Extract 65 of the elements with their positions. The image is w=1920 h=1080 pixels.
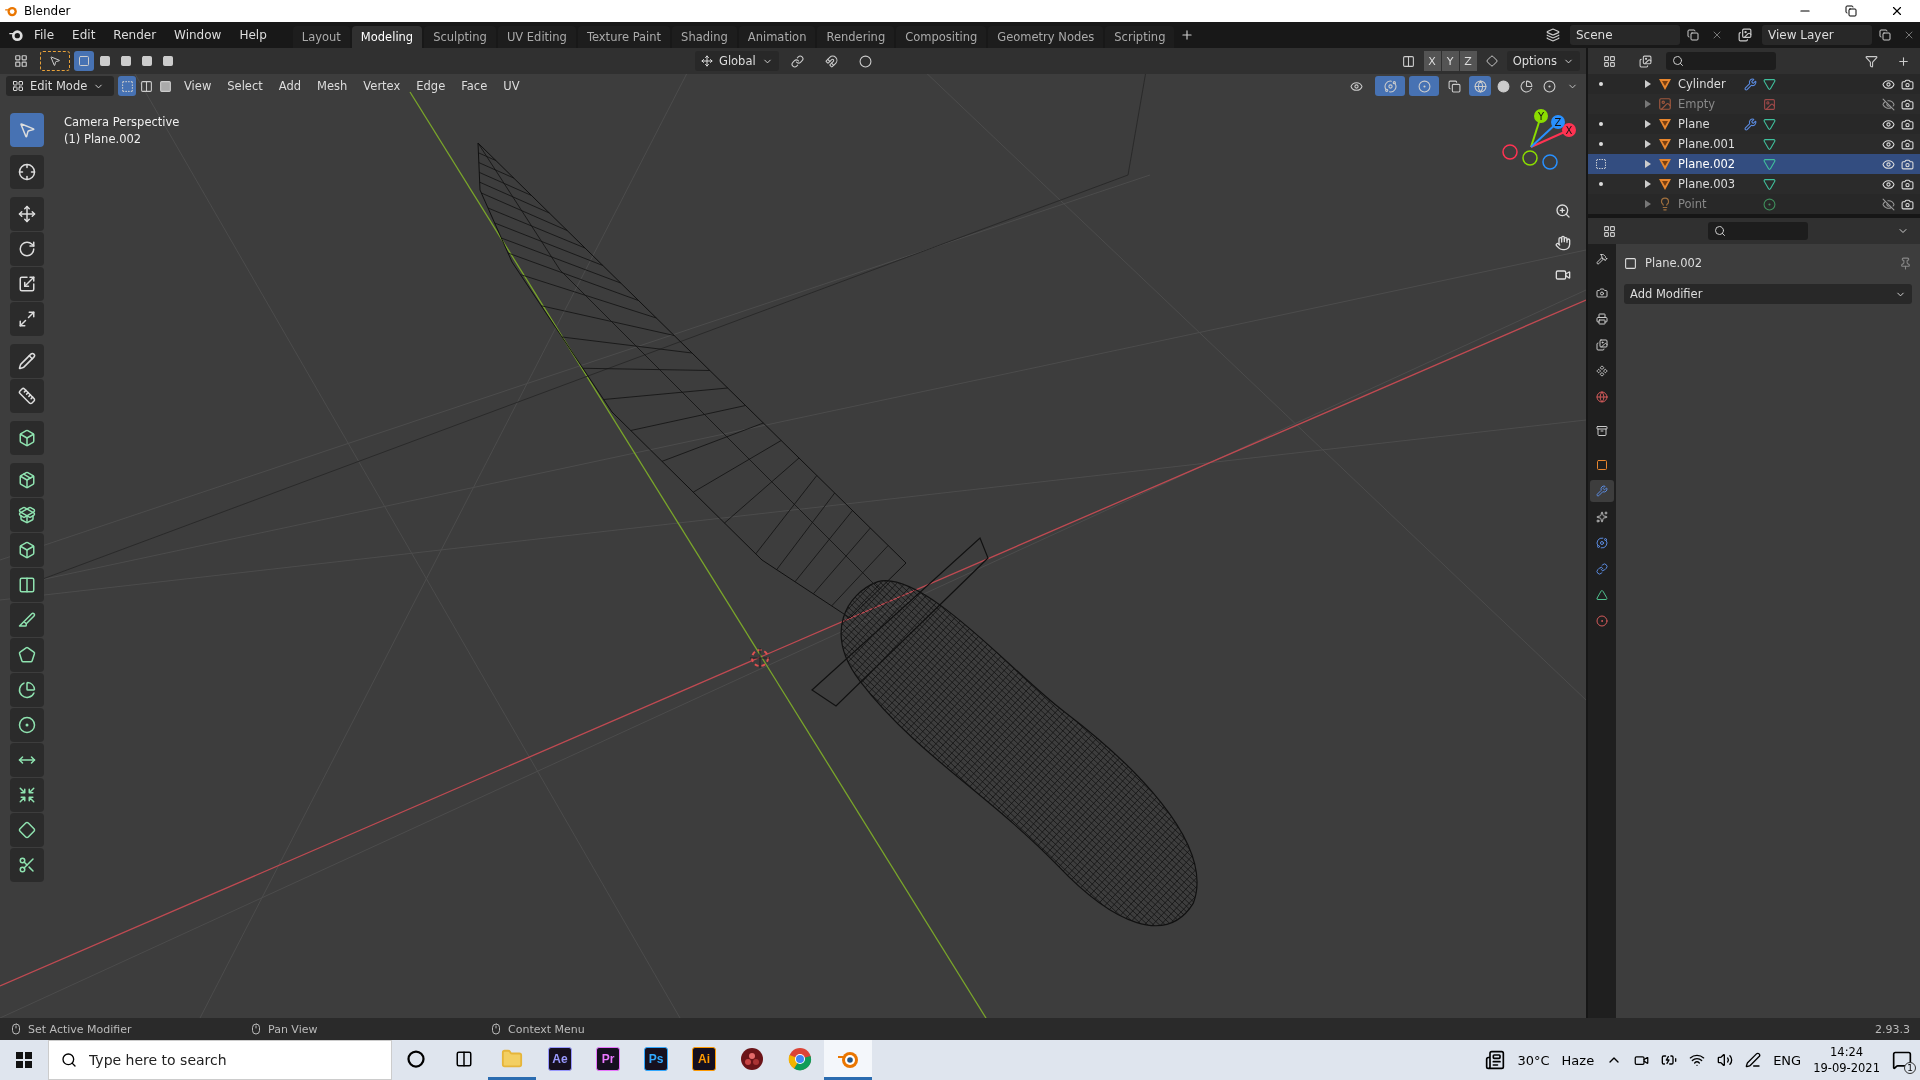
workspace-tab[interactable]: Rendering: [817, 26, 895, 48]
taskbar-app[interactable]: Ai: [680, 1040, 728, 1080]
workspace-tab[interactable]: Animation: [738, 26, 816, 48]
notification-count: 1: [1904, 1062, 1916, 1074]
object-name: Cylinder: [1678, 77, 1727, 91]
add-modifier-dropdown[interactable]: Add Modifier: [1624, 284, 1912, 304]
object-name: Plane.002: [1645, 256, 1704, 270]
object-name: Plane.002: [1678, 157, 1737, 171]
workspace-tab[interactable]: Sculpting: [424, 26, 496, 48]
taskbar-search-bar[interactable]: Type here to search: [48, 1040, 392, 1080]
object-name: Plane.003: [1678, 177, 1737, 191]
scene-field[interactable]: Scene: [1570, 25, 1680, 45]
workspace-tab[interactable]: Scripting: [1105, 26, 1175, 48]
mode-dropdown[interactable]: Edit Mode: [6, 76, 114, 96]
menu-item[interactable]: File: [26, 25, 63, 45]
object-name: Plane.001: [1678, 137, 1737, 151]
workspace-tab[interactable]: Layout: [292, 26, 350, 48]
clock[interactable]: 14:24 19-09-2021: [1813, 1044, 1880, 1076]
viewport-menu[interactable]: Edge: [410, 77, 452, 95]
version-text: 2.93.3: [1875, 1022, 1910, 1036]
viewport-menu[interactable]: Mesh: [311, 77, 354, 95]
object-name: Empty: [1678, 97, 1717, 111]
view-layer-field[interactable]: View Layer: [1762, 25, 1872, 45]
viewport-info-text: (1) Plane.002: [64, 132, 143, 146]
status-hint: Pan View: [268, 1022, 318, 1036]
window-title: Blender: [24, 4, 72, 18]
viewport-menu[interactable]: Face: [455, 77, 494, 95]
app-icon: Ai: [692, 1046, 716, 1071]
workspace-tab[interactable]: UV Editing: [497, 26, 576, 48]
workspace-tab[interactable]: Modeling: [351, 26, 423, 48]
weather-text: Haze: [1561, 1052, 1595, 1068]
language-text: ENG: [1773, 1052, 1802, 1068]
status-hint: Context Menu: [508, 1022, 585, 1036]
workspace-tab[interactable]: Shading: [672, 26, 737, 48]
outliner-row[interactable]: Plane.002: [1588, 154, 1920, 174]
object-name: Plane: [1678, 117, 1711, 131]
options-dropdown[interactable]: Options: [1506, 51, 1580, 71]
app-icon: Ae: [548, 1046, 572, 1071]
axis-handle[interactable]: Y: [1530, 109, 1548, 148]
axis-toggle[interactable]: Y: [1441, 51, 1459, 71]
menu-item[interactable]: Help: [231, 25, 275, 45]
menu-item[interactable]: Render: [105, 25, 165, 45]
taskbar-app[interactable]: Pr: [584, 1040, 632, 1080]
menu-item[interactable]: Edit: [64, 25, 104, 45]
taskbar-app[interactable]: Ps: [632, 1040, 680, 1080]
app-icon: Ps: [644, 1046, 668, 1071]
workspace-tab[interactable]: Compositing: [896, 26, 987, 48]
orientation-dropdown[interactable]: Global: [694, 51, 779, 71]
axis-toggle[interactable]: Z: [1459, 51, 1477, 71]
axis-toggle[interactable]: X: [1423, 51, 1441, 71]
viewport-menu[interactable]: Add: [272, 77, 308, 95]
viewport-menu[interactable]: UV: [497, 77, 526, 95]
object-name: Point: [1678, 197, 1708, 211]
menu-item[interactable]: Window: [166, 25, 230, 45]
taskbar-app[interactable]: Ae: [536, 1040, 584, 1080]
viewport-menu[interactable]: Select: [221, 77, 269, 95]
viewport-menu[interactable]: Vertex: [357, 77, 407, 95]
status-hint: Set Active Modifier: [28, 1022, 132, 1036]
viewport-menu[interactable]: View: [178, 77, 218, 95]
search-input[interactable]: Type here to search: [87, 1051, 379, 1069]
viewport-info-text: Camera Perspective: [64, 115, 180, 129]
app-icon: Pr: [596, 1046, 620, 1071]
temperature-text: 30°C: [1517, 1052, 1550, 1068]
workspace-tab[interactable]: Texture Paint: [577, 26, 671, 48]
workspace-tab[interactable]: Geometry Nodes: [988, 26, 1104, 48]
